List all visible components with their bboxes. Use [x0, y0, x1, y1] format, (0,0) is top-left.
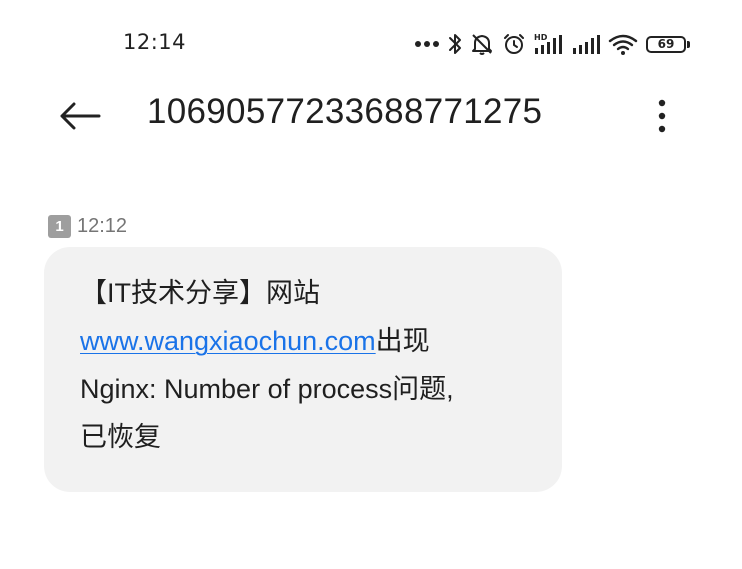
bluetooth-icon	[449, 34, 461, 54]
sender-number: 10690577233688771275	[147, 92, 543, 131]
conversation-header: 10690577233688771275	[0, 80, 742, 152]
status-icons: HD 69	[414, 28, 690, 60]
message-line: Nginx: Number of process问题,	[80, 374, 454, 404]
message-line: www.wangxiaochun.com出现	[80, 317, 528, 365]
more-options-button[interactable]	[644, 94, 680, 138]
battery-icon: 69	[646, 35, 690, 53]
message-time: 12:12	[77, 215, 128, 237]
message-bubble[interactable]: 【IT技术分享】网站 www.wangxiaochun.com出现 Nginx:…	[44, 247, 562, 492]
arrow-left-icon	[60, 102, 101, 130]
status-bar: 12:14 HD 69	[0, 0, 742, 80]
wifi-icon	[608, 34, 638, 55]
alarm-icon	[504, 34, 524, 54]
signal-icon	[573, 35, 600, 54]
svg-text:HD: HD	[534, 33, 548, 42]
message-text: 出现	[375, 326, 430, 356]
more-notifications-icon	[415, 41, 439, 47]
message-line: 已恢复	[80, 422, 161, 452]
sim-badge: 1	[48, 215, 71, 238]
back-button[interactable]	[54, 94, 106, 138]
hd-signal-icon: HD	[534, 33, 562, 54]
message-link[interactable]: www.wangxiaochun.com	[80, 326, 376, 356]
message-line: 【IT技术分享】网站	[80, 278, 320, 308]
battery-tip	[687, 40, 690, 48]
mute-icon	[472, 34, 492, 55]
message-meta: 1 12:12	[48, 215, 127, 238]
battery-level: 69	[646, 35, 686, 53]
status-time: 12:14	[123, 30, 187, 54]
more-vertical-icon	[658, 99, 666, 133]
